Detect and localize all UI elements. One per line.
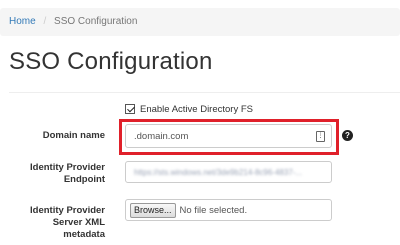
adfs-checkbox[interactable] [125, 104, 135, 114]
idp-metadata-label-line3: metadata [63, 229, 105, 240]
idp-endpoint-label-line2: Endpoint [63, 174, 105, 185]
idp-endpoint-value: https://sts.windows.net/3de9b214-8c96-48… [134, 167, 303, 177]
breadcrumb: Home / SSO Configuration [0, 8, 400, 36]
idp-metadata-label: Identity Provider Server XML metadata [9, 205, 105, 241]
domain-name-input[interactable]: .domain.com ⋮ [125, 124, 332, 148]
file-status-text: No file selected. [179, 204, 248, 216]
idp-metadata-label-line2: Server XML [52, 217, 105, 228]
browse-button[interactable]: Browse... [130, 202, 176, 218]
idp-metadata-file-input[interactable]: Browse... No file selected. [125, 199, 332, 221]
breadcrumb-separator: / [43, 16, 47, 27]
help-icon[interactable]: ? [342, 130, 353, 141]
page-title: SSO Configuration [9, 48, 213, 75]
adfs-checkbox-label: Enable Active Directory FS [140, 103, 253, 115]
idp-endpoint-input[interactable]: https://sts.windows.net/3de9b214-8c96-48… [125, 161, 332, 183]
autofill-icon[interactable]: ⋮ [316, 131, 325, 142]
idp-endpoint-label: Identity Provider Endpoint [9, 162, 105, 186]
adfs-checkbox-row[interactable]: Enable Active Directory FS [125, 102, 253, 116]
breadcrumb-home-link[interactable]: Home [9, 16, 36, 27]
idp-metadata-label-line1: Identity Provider [30, 205, 105, 216]
domain-name-label: Domain name [42, 130, 105, 141]
title-divider [9, 92, 400, 93]
domain-name-value: .domain.com [134, 130, 189, 142]
idp-endpoint-label-line1: Identity Provider [30, 162, 105, 173]
breadcrumb-current: SSO Configuration [54, 16, 138, 27]
